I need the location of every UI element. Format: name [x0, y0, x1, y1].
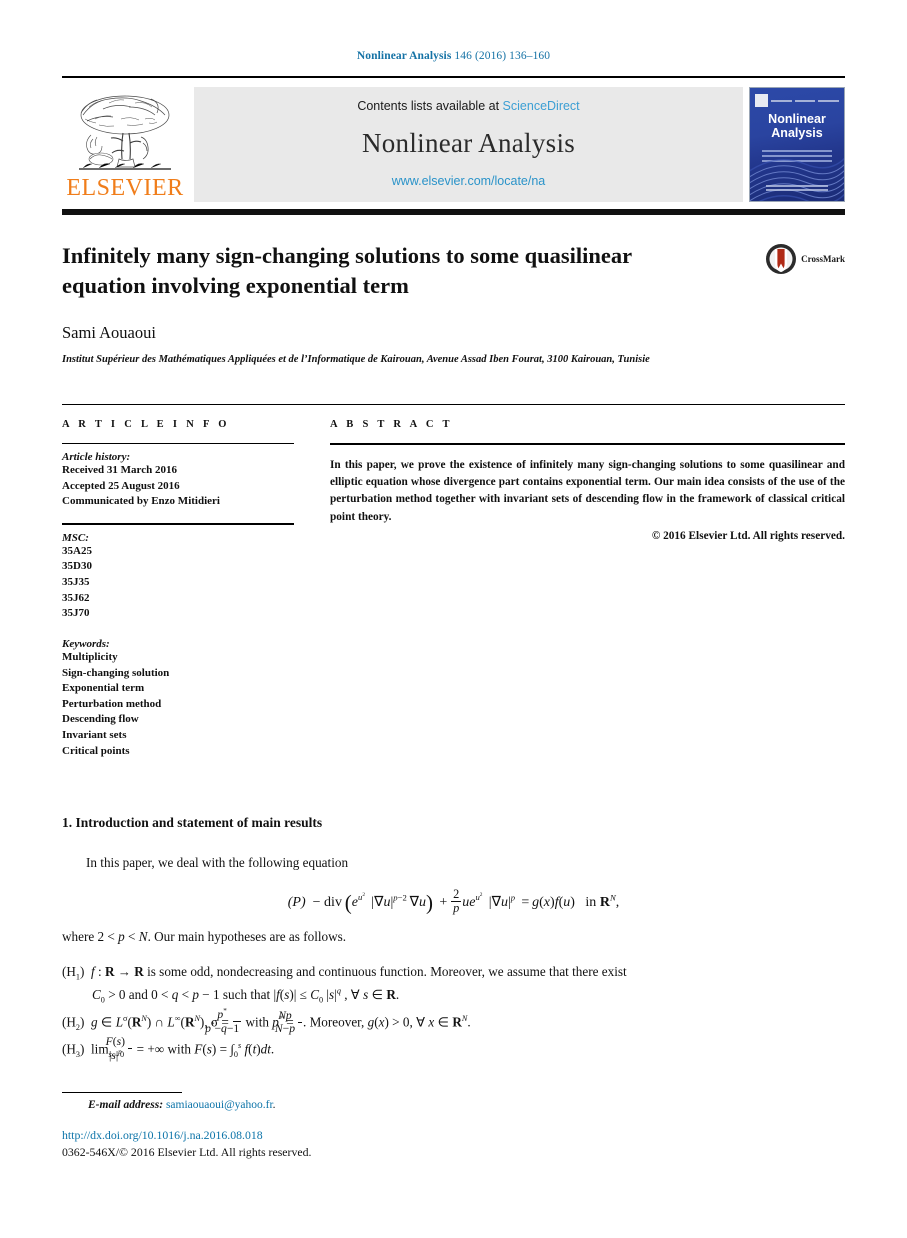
intro-paragraph: In this paper, we deal with the followin…	[86, 855, 349, 871]
hypothesis-h1-continued: C0 > 0 and 0 < q < p − 1 such that |f(s)…	[92, 986, 400, 1005]
page-footer: http://dx.doi.org/10.1016/j.na.2016.08.0…	[62, 1128, 311, 1160]
article-info-heading: A R T I C L E I N F O	[62, 419, 230, 431]
msc-code: 35A25	[62, 544, 92, 557]
elsevier-wordmark: ELSEVIER	[66, 175, 184, 201]
email-link[interactable]: samiaouaoui@yahoo.fr	[166, 1099, 273, 1111]
cover-title-line-1: Nonlinear	[768, 112, 826, 126]
abstract-copyright: © 2016 Elsevier Ltd. All rights reserved…	[651, 529, 845, 542]
elsevier-tree-icon	[69, 89, 181, 175]
journal-cover-thumbnail[interactable]: Nonlinear Analysis	[749, 87, 845, 202]
cover-tick	[771, 99, 792, 102]
cover-tick	[818, 99, 840, 102]
running-head-journal: Nonlinear Analysis	[356, 50, 452, 62]
info-abstract-region: A R T I C L E I N F O Article history: R…	[62, 404, 845, 761]
equation-label: (P)	[287, 894, 306, 910]
history-communicated: Communicated by Enzo Mitidieri	[62, 495, 220, 508]
cover-publisher-mark	[755, 94, 768, 107]
doi-link[interactable]: http://dx.doi.org/10.1016/j.na.2016.08.0…	[62, 1128, 311, 1143]
author-name: Sami Aouaoui	[62, 323, 156, 343]
contents-prefix: Contents lists available at	[357, 99, 500, 113]
after-equation-text: where 2 < p < N. Our main hypotheses are…	[62, 929, 347, 945]
contents-available-line: Contents lists available at ScienceDirec…	[357, 99, 579, 113]
elsevier-logo: ELSEVIER	[62, 87, 188, 202]
history-accepted: Accepted 25 August 2016	[62, 479, 180, 492]
crossmark-label: CrossMark	[801, 254, 845, 264]
crossmark-badge[interactable]: CrossMark	[765, 243, 845, 275]
hypothesis-h2: (H2) g ∈ Lσ(RN) ∩ L∞(RN), σ = p* p*−q−1 w…	[62, 1006, 471, 1035]
footnote-email: E-mail address: samiaouaoui@yahoo.fr.	[88, 1099, 845, 1111]
msc-label: MSC:	[62, 531, 89, 544]
article-info-rule-top	[62, 443, 294, 445]
keyword-item: Invariant sets	[62, 728, 127, 741]
equation-P: (P) − div (eu2 |∇u|p−2 ∇u) + 2 p ueu2 |∇u|…	[287, 886, 620, 915]
keyword-item: Exponential term	[62, 682, 145, 695]
journal-article-page: Nonlinear Analysis 146 (2016) 136–160 EL…	[0, 0, 907, 1238]
article-history-block: Article history: Received 31 March 2016 …	[62, 451, 294, 510]
keywords-label: Keywords:	[62, 637, 110, 650]
keyword-item: Sign-changing solution	[62, 666, 170, 679]
footnote-separator	[62, 1092, 182, 1094]
article-info-column: A R T I C L E I N F O Article history: R…	[62, 419, 294, 761]
cover-title-line-2: Analysis	[771, 126, 823, 140]
cover-journal-title: Nonlinear Analysis	[750, 112, 844, 140]
keywords-block: Keywords: Multiplicity Sign-changing sol…	[62, 638, 294, 759]
cover-tick	[794, 99, 816, 102]
article-history-label: Article history:	[62, 451, 131, 464]
section-heading-1: 1. Introduction and statement of main re…	[62, 815, 323, 831]
masthead-bottom-rule	[62, 209, 845, 215]
running-head-citation: 146 (2016) 136–160	[454, 50, 551, 62]
crossmark-icon	[766, 244, 797, 274]
hypotheses-list: (H1) f : R → R is some odd, nondecreasin…	[62, 962, 845, 1062]
abstract-text: In this paper, we prove the existence of…	[330, 459, 845, 523]
history-received: Received 31 March 2016	[62, 464, 177, 477]
msc-code: 35J62	[62, 591, 90, 604]
abstract-heading: A B S T R A C T	[330, 419, 453, 431]
hypothesis-h3: (H3) lims→0 F(s) |s|p = +∞ with F(s) = ∫0…	[62, 1034, 275, 1062]
keyword-item: Perturbation method	[62, 697, 162, 710]
email-trailing-period: .	[272, 1099, 276, 1112]
page-title: Infinitely many sign-changing solutions …	[62, 243, 632, 299]
msc-code: 35D30	[62, 560, 92, 573]
issn-copyright-line: 0362-546X/© 2016 Elsevier Ltd. All right…	[62, 1145, 312, 1159]
keyword-item: Critical points	[62, 744, 130, 757]
cover-footer-lines	[766, 185, 828, 193]
email-label: E-mail address:	[88, 1099, 164, 1112]
title-block: CrossMark Infinitely many sign-changing …	[62, 241, 845, 368]
journal-title: Nonlinear Analysis	[361, 128, 576, 158]
author-affiliation: Institut Supérieur des Mathématiques App…	[62, 354, 650, 366]
running-head: Nonlinear Analysis 146 (2016) 136–160	[0, 0, 907, 62]
keyword-item: Multiplicity	[62, 650, 118, 663]
abstract-column: A B S T R A C T In this paper, we prove …	[330, 419, 845, 761]
msc-code: 35J35	[62, 576, 90, 589]
cover-header-strip	[755, 93, 840, 108]
journal-masthead: ELSEVIER Contents lists available at Sci…	[62, 76, 845, 202]
msc-code: 35J70	[62, 607, 90, 620]
sciencedirect-link[interactable]: ScienceDirect	[503, 99, 580, 113]
journal-homepage-link[interactable]: www.elsevier.com/locate/na	[392, 174, 546, 188]
journal-banner: Contents lists available at ScienceDirec…	[194, 87, 743, 202]
msc-block: MSC: 35A25 35D30 35J35 35J62 35J70	[62, 532, 294, 622]
keyword-item: Descending flow	[62, 713, 139, 726]
article-body: 1. Introduction and statement of main re…	[62, 815, 845, 1062]
article-info-rule-mid	[62, 522, 294, 525]
hypothesis-h1: (H1) f : R → R is some odd, nondecreasin…	[62, 963, 627, 982]
abstract-rule	[330, 443, 845, 446]
